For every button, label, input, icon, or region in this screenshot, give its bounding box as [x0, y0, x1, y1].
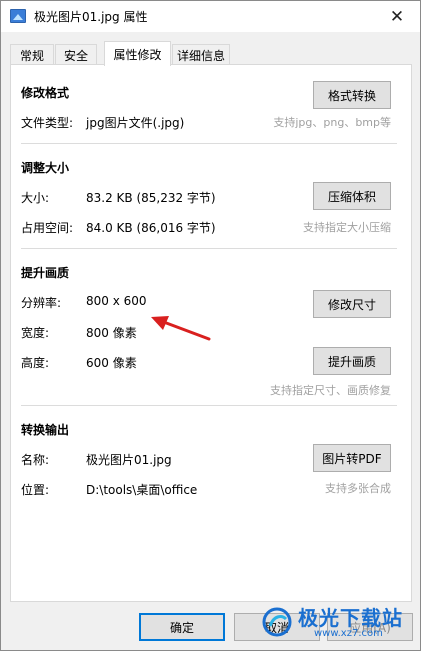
location-label: 位置: [21, 483, 50, 497]
watermark-logo-icon [262, 607, 292, 637]
window-title: 极光图片01.jpg 属性 [34, 10, 148, 24]
watermark-text: 极光下载站 [298, 606, 403, 630]
close-button[interactable]: ✕ [374, 1, 420, 32]
disk-size-value: 84.0 KB (86,016 字节) [86, 221, 216, 235]
size-value: 83.2 KB (85,232 字节) [86, 191, 216, 205]
file-type-value: jpg图片文件(.jpg) [86, 116, 185, 130]
divider [21, 248, 397, 249]
width-value: 800 像素 [86, 326, 137, 340]
watermark-url: www.xz7.com [314, 628, 383, 639]
quality-hint: 支持指定尺寸、画质修复 [270, 384, 391, 397]
close-icon: ✕ [389, 6, 405, 27]
watermark-logo: 极光下载站 www.xz7.com [262, 601, 412, 647]
enhance-quality-button[interactable]: 提升画质 [313, 347, 391, 375]
file-type-label: 文件类型: [21, 116, 74, 130]
resolution-label: 分辨率: [21, 296, 62, 310]
name-label: 名称: [21, 453, 50, 467]
title-bar: 极光图片01.jpg 属性 ✕ [1, 1, 420, 32]
tab-details[interactable]: 详细信息 [172, 44, 230, 65]
tab-general[interactable]: 常规 [10, 44, 54, 65]
resize-dimensions-button[interactable]: 修改尺寸 [313, 290, 391, 318]
divider [21, 143, 397, 144]
ok-button[interactable]: 确定 [139, 613, 225, 641]
format-convert-button[interactable]: 格式转换 [313, 81, 391, 109]
image-to-pdf-button[interactable]: 图片转PDF [313, 444, 391, 472]
compress-button[interactable]: 压缩体积 [313, 182, 391, 210]
location-value: D:\tools\桌面\office [86, 483, 198, 497]
width-label: 宽度: [21, 326, 50, 340]
resize-hint: 支持指定大小压缩 [303, 221, 391, 234]
divider [21, 405, 397, 406]
height-value: 600 像素 [86, 356, 137, 370]
resize-section-title: 调整大小 [21, 161, 70, 175]
format-hint: 支持jpg、png、bmp等 [273, 116, 391, 129]
output-hint: 支持多张合成 [325, 482, 391, 495]
size-label: 大小: [21, 191, 50, 205]
resolution-value: 800 x 600 [86, 294, 147, 308]
red-arrow-annotation [151, 316, 211, 341]
tab-strip: 常规 安全 属性修改 详细信息 [10, 41, 412, 66]
disk-size-label: 占用空间: [21, 221, 74, 235]
format-section-title: 修改格式 [21, 86, 70, 100]
tab-security[interactable]: 安全 [55, 44, 97, 65]
properties-window: 极光图片01.jpg 属性 ✕ 常规 安全 属性修改 详细信息 修改格式 格式转… [0, 0, 421, 651]
name-value: 极光图片01.jpg [86, 453, 172, 467]
image-file-icon [10, 9, 26, 23]
output-section-title: 转换输出 [21, 423, 70, 437]
quality-section-title: 提升画质 [21, 266, 70, 280]
height-label: 高度: [21, 356, 50, 370]
tab-property-edit[interactable]: 属性修改 [104, 41, 171, 66]
